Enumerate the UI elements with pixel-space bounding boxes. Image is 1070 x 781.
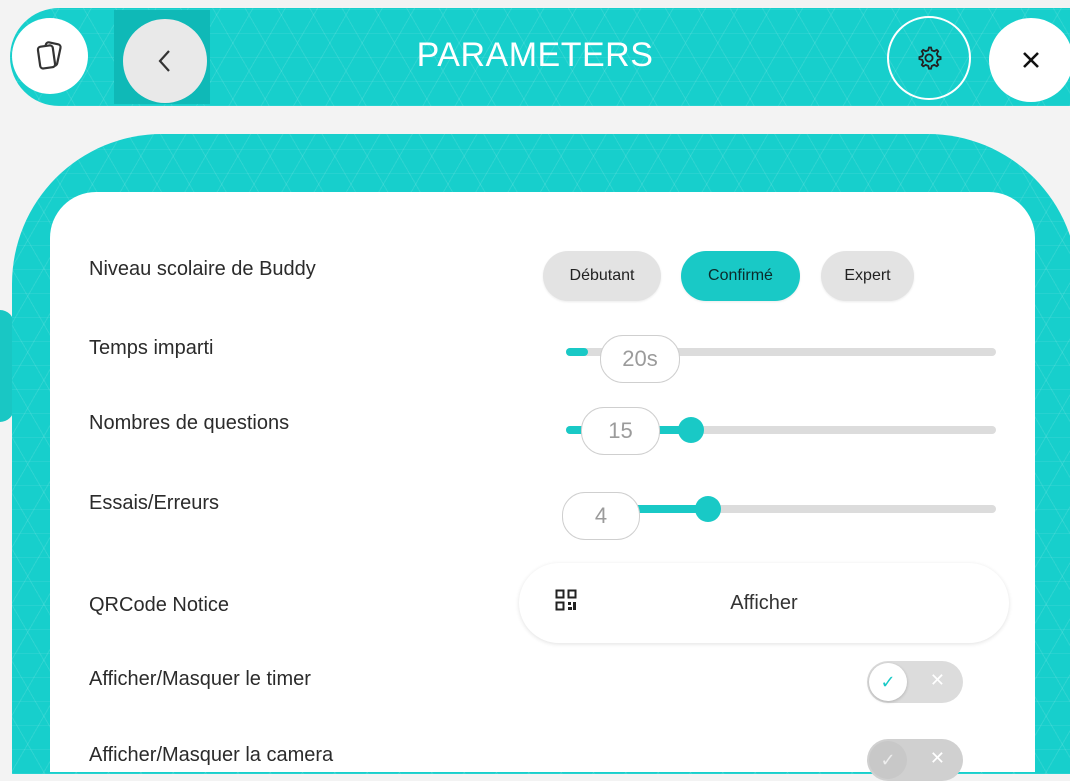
questions-value[interactable]: 15 xyxy=(581,407,660,455)
close-icon xyxy=(1023,52,1039,68)
toggle-thumb: ✓ xyxy=(869,741,907,779)
time-slider-fill xyxy=(566,348,588,356)
x-icon: ✕ xyxy=(929,670,945,690)
toggle-thumb: ✓ xyxy=(869,663,907,701)
check-icon: ✓ xyxy=(880,749,896,770)
check-icon: ✓ xyxy=(880,671,896,692)
attempts-slider-knob[interactable] xyxy=(695,496,721,522)
qrcode-show-button[interactable]: Afficher xyxy=(519,563,1009,643)
settings-button[interactable] xyxy=(887,16,971,100)
level-option-expert[interactable]: Expert xyxy=(821,251,914,301)
attempts-value[interactable]: 4 xyxy=(562,492,640,540)
level-option-confirme[interactable]: Confirmé xyxy=(681,251,800,301)
questions-label: Nombres de questions xyxy=(89,412,290,434)
timer-toggle[interactable]: ✓ ✕ xyxy=(867,661,963,703)
timer-label: Afficher/Masquer le timer xyxy=(89,668,311,690)
close-button[interactable] xyxy=(989,18,1070,102)
level-option-debutant[interactable]: Débutant xyxy=(543,251,661,301)
questions-slider-knob[interactable] xyxy=(678,417,704,443)
x-icon: ✕ xyxy=(929,748,945,768)
qrcode-show-label: Afficher xyxy=(730,592,798,614)
attempts-label: Essais/Erreurs xyxy=(89,492,220,514)
gear-icon xyxy=(918,46,942,70)
time-value[interactable]: 20s xyxy=(600,335,680,383)
time-label: Temps imparti xyxy=(89,337,214,359)
qrcode-label: QRCode Notice xyxy=(89,594,230,616)
level-label: Niveau scolaire de Buddy xyxy=(89,258,316,280)
camera-toggle[interactable]: ✓ ✕ xyxy=(867,739,963,781)
